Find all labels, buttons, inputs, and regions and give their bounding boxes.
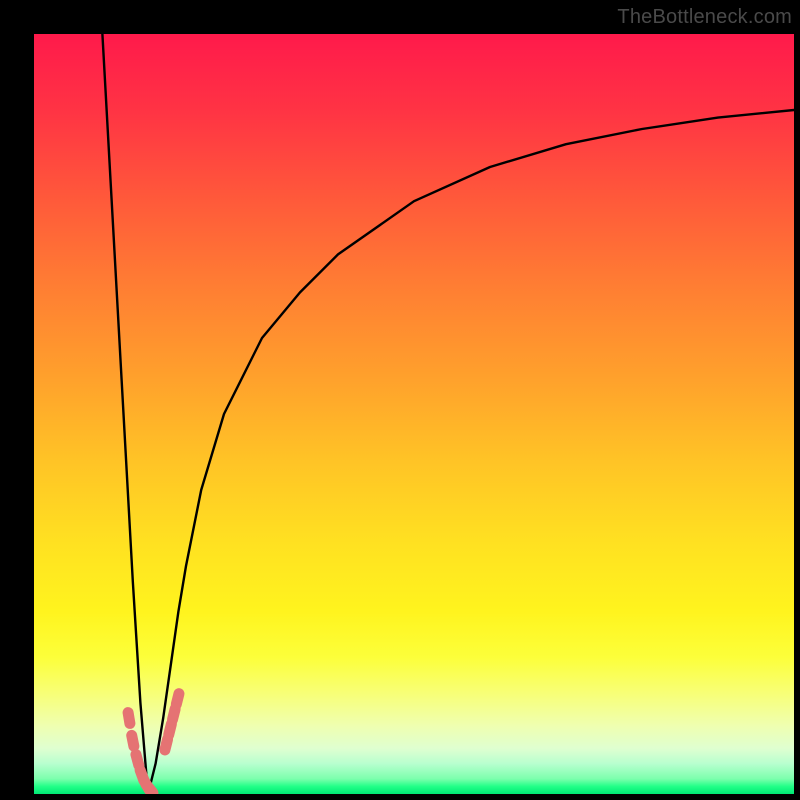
chart-svg [34, 34, 794, 794]
bottleneck-curve [102, 34, 794, 794]
chart-frame: TheBottleneck.com [0, 0, 800, 800]
highlight-markers [122, 687, 186, 794]
marker-pill [170, 687, 186, 711]
marker-pill [122, 706, 136, 730]
watermark-text: TheBottleneck.com [617, 6, 792, 29]
plot-area [34, 34, 794, 794]
marker-pill [125, 729, 140, 753]
